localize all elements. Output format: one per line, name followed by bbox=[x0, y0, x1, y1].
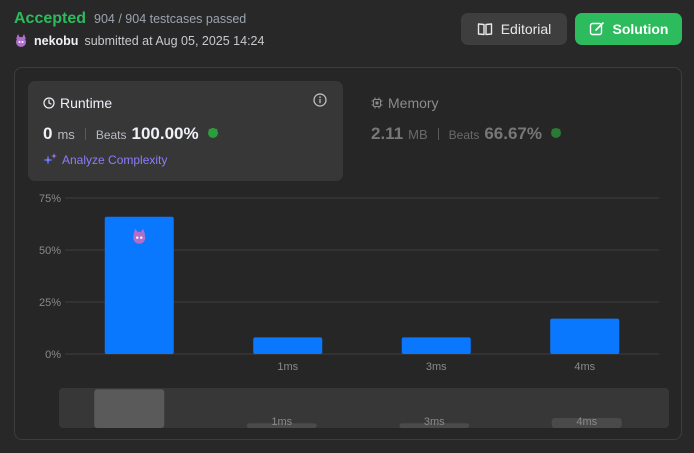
runtime-value: 0 bbox=[43, 124, 53, 143]
chip-icon bbox=[371, 97, 383, 109]
memory-beats-value: 66.67% bbox=[484, 124, 543, 143]
runtime-title-label: Runtime bbox=[60, 95, 113, 111]
clock-icon bbox=[43, 97, 55, 109]
avatar-eye bbox=[140, 236, 143, 239]
divider bbox=[84, 128, 86, 140]
bar bbox=[253, 337, 323, 354]
book-icon bbox=[477, 23, 492, 36]
status-line: Accepted 904 / 904 testcases passed bbox=[14, 10, 246, 28]
memory-value: 2.11 bbox=[371, 124, 404, 143]
submission-header: Accepted 904 / 904 testcases passed neko… bbox=[14, 8, 682, 54]
analyze-complexity-link[interactable]: Analyze Complexity bbox=[43, 153, 167, 167]
divider bbox=[437, 128, 439, 140]
overview-tick-label: 4ms bbox=[576, 416, 597, 428]
clapping-hands-icon bbox=[551, 128, 562, 138]
memory-title-label: Memory bbox=[388, 95, 439, 111]
avatar-eye bbox=[136, 236, 139, 239]
memory-card[interactable]: Memory 2.11 MB Beats 66.67% bbox=[356, 81, 671, 181]
runtime-beats-label: Beats bbox=[95, 128, 127, 142]
editorial-button[interactable]: Editorial bbox=[461, 13, 567, 45]
avatar-icon bbox=[16, 34, 26, 47]
overview-bar bbox=[94, 389, 165, 428]
testcases-passed: 904 / 904 testcases passed bbox=[94, 12, 247, 26]
result-panel: Runtime 0 ms Beats 100.00% Analyze Compl… bbox=[14, 67, 682, 440]
memory-title: Memory bbox=[371, 95, 439, 111]
runtime-card[interactable]: Runtime 0 ms Beats 100.00% Analyze Compl… bbox=[28, 81, 343, 181]
y-tick-label: 0% bbox=[45, 349, 61, 361]
chart-overview-scrollbar[interactable]: 1ms 3ms 4ms bbox=[59, 388, 669, 428]
memory-metrics: 2.11 MB Beats 66.67% bbox=[371, 124, 563, 144]
x-tick-label: 1ms bbox=[277, 361, 298, 373]
username-link[interactable]: nekobu bbox=[34, 34, 78, 48]
solution-button[interactable]: Solution bbox=[575, 13, 682, 45]
runtime-metrics: 0 ms Beats 100.00% bbox=[43, 124, 220, 144]
runtime-distribution-chart: 0% 25% 50% 75% 1ms 3ms 4ms bbox=[39, 193, 659, 373]
analyze-complexity-label: Analyze Complexity bbox=[62, 153, 168, 167]
edit-icon bbox=[589, 22, 604, 36]
overview-tick-label: 3ms bbox=[424, 416, 445, 428]
x-tick-label: 3ms bbox=[426, 361, 447, 373]
editorial-label: Editorial bbox=[500, 21, 552, 37]
y-tick-label: 50% bbox=[39, 245, 61, 257]
sparkle-icon bbox=[43, 153, 57, 165]
y-tick-label: 75% bbox=[39, 193, 61, 205]
submitter-info: nekobu submitted at Aug 05, 2025 14:24 bbox=[14, 34, 264, 48]
x-tick-label: 4ms bbox=[574, 361, 595, 373]
solution-label: Solution bbox=[612, 21, 669, 37]
y-tick-label: 25% bbox=[39, 297, 61, 309]
memory-unit: MB bbox=[408, 127, 428, 142]
clapping-hands-icon bbox=[207, 128, 218, 138]
overview-tick-label: 1ms bbox=[271, 416, 292, 428]
bar bbox=[401, 337, 471, 354]
info-icon[interactable] bbox=[313, 93, 327, 107]
submitted-timestamp: submitted at Aug 05, 2025 14:24 bbox=[84, 34, 265, 48]
status-accepted: Accepted bbox=[14, 10, 87, 27]
runtime-beats-value: 100.00% bbox=[131, 124, 199, 143]
runtime-unit: ms bbox=[57, 127, 75, 142]
memory-beats-label: Beats bbox=[448, 128, 480, 142]
bar bbox=[550, 318, 620, 354]
runtime-title: Runtime bbox=[43, 95, 112, 111]
